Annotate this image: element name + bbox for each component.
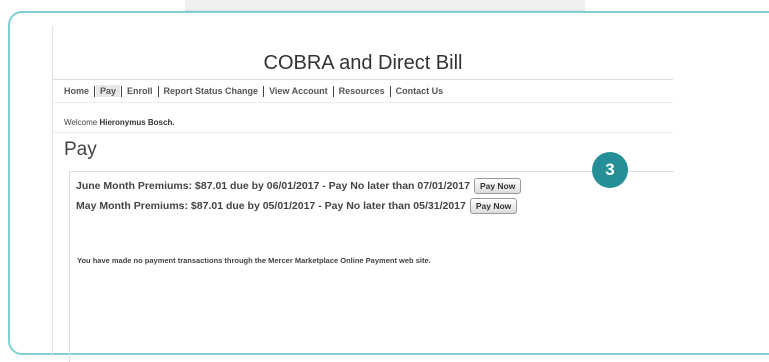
nav-separator xyxy=(389,85,391,97)
welcome-user-name: Hieronymus Bosch. xyxy=(99,118,175,127)
pay-now-button-june[interactable]: Pay Now xyxy=(473,178,522,194)
step-number-badge: 3 xyxy=(592,152,628,188)
premium-text: May Month Premiums: $87.01 due by 05/01/… xyxy=(76,200,466,212)
pay-now-button-may[interactable]: Pay Now xyxy=(469,198,518,214)
divider xyxy=(53,102,673,103)
divider xyxy=(53,79,673,80)
premium-row-june: June Month Premiums: $87.01 due by 06/01… xyxy=(76,178,522,194)
page-container: COBRA and Direct Bill Home Pay Enroll Re… xyxy=(52,26,674,362)
main-nav: Home Pay Enroll Report Status Change Vie… xyxy=(64,85,447,97)
nav-item-pay[interactable]: Pay xyxy=(96,85,121,97)
top-strip xyxy=(185,0,585,11)
welcome-message: Welcome Hieronymus Bosch. xyxy=(64,118,175,127)
nav-separator xyxy=(157,85,159,97)
nav-item-view-account[interactable]: View Account xyxy=(265,85,332,97)
nav-item-home[interactable]: Home xyxy=(64,85,93,97)
nav-item-enroll[interactable]: Enroll xyxy=(123,85,157,97)
nav-separator xyxy=(121,85,123,97)
premium-text: June Month Premiums: $87.01 due by 06/01… xyxy=(76,180,470,192)
page-heading: Pay xyxy=(64,139,97,160)
no-transactions-message: You have made no payment transactions th… xyxy=(77,256,431,265)
nav-item-resources[interactable]: Resources xyxy=(335,85,389,97)
nav-item-report-status-change[interactable]: Report Status Change xyxy=(160,85,263,97)
screenshot-frame: COBRA and Direct Bill Home Pay Enroll Re… xyxy=(8,11,769,362)
nav-separator xyxy=(263,85,265,97)
nav-item-contact-us[interactable]: Contact Us xyxy=(392,85,448,97)
divider xyxy=(53,132,673,133)
welcome-prefix: Welcome xyxy=(64,118,98,127)
site-title: COBRA and Direct Bill xyxy=(263,52,463,74)
payment-panel: June Month Premiums: $87.01 due by 06/01… xyxy=(69,171,674,362)
nav-separator xyxy=(94,85,96,97)
nav-separator xyxy=(332,85,334,97)
premium-row-may: May Month Premiums: $87.01 due by 05/01/… xyxy=(76,198,518,214)
